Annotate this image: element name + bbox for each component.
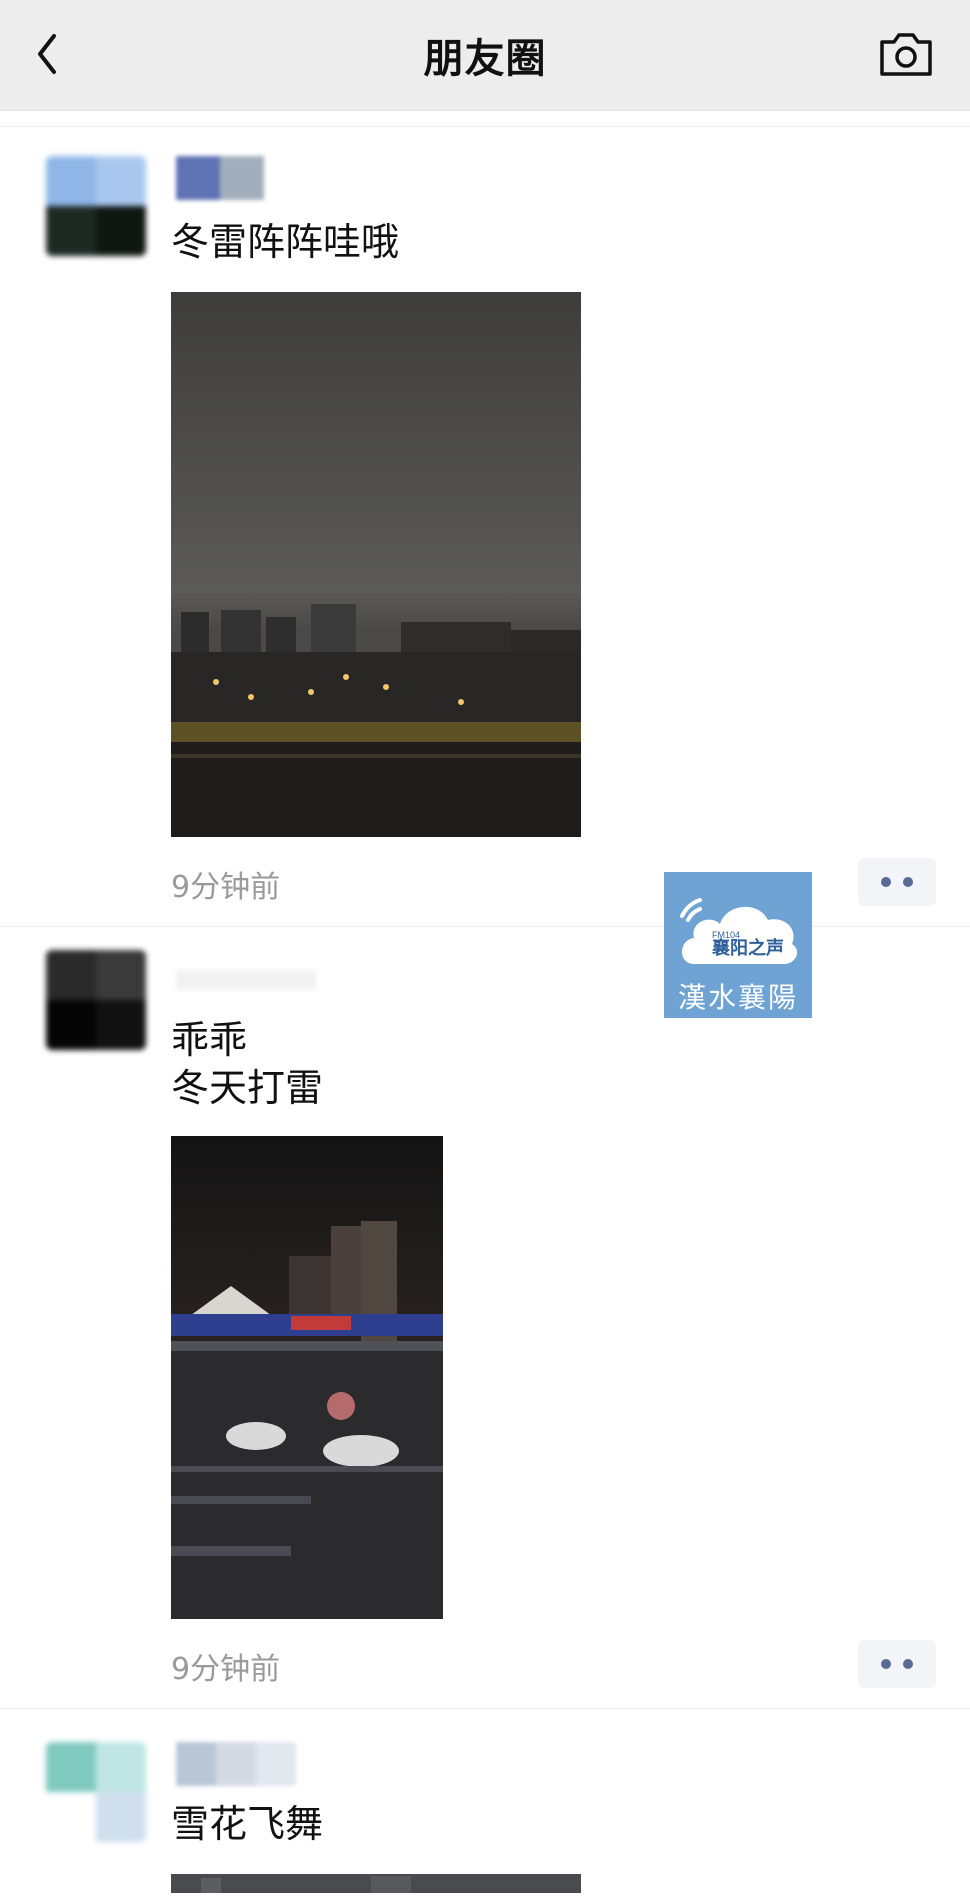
avatar[interactable] [46, 950, 146, 1050]
username[interactable] [176, 1742, 296, 1786]
camera-button[interactable] [876, 26, 936, 82]
dot-icon [903, 1659, 913, 1669]
post-text: 乖乖 冬天打雷 [171, 1018, 324, 1110]
post-text: 冬雷阵阵哇哦 [171, 220, 400, 264]
dot-icon [903, 877, 913, 887]
header-divider [0, 126, 970, 127]
watermark-tagline: 漢水襄陽 [677, 981, 798, 1014]
post-divider [0, 926, 970, 927]
page-title: 朋友圈 [423, 36, 547, 82]
post-photo[interactable] [171, 1136, 443, 1623]
cloud-logo-icon: FM104 襄阳之声 [680, 898, 798, 964]
post-photo[interactable] [171, 1874, 581, 1897]
avatar[interactable] [46, 1742, 146, 1842]
more-actions-button[interactable] [858, 1640, 936, 1688]
post-text: 雪花飞舞 [171, 1802, 324, 1846]
dot-icon [881, 877, 891, 887]
post-photo[interactable] [171, 292, 581, 841]
timestamp: 9分钟前 [171, 870, 281, 905]
dot-icon [881, 1659, 891, 1669]
more-actions-button[interactable] [858, 858, 936, 906]
post-divider [0, 1708, 970, 1709]
username[interactable] [176, 156, 264, 200]
station-watermark-logo: FM104 襄阳之声 漢水襄陽 [664, 872, 812, 1018]
top-bar: 朋友圈 [0, 0, 970, 111]
username[interactable] [176, 960, 316, 1004]
avatar[interactable] [46, 156, 146, 256]
timestamp: 9分钟前 [171, 1652, 281, 1687]
watermark-station: 襄阳之声 [711, 937, 784, 959]
camera-icon [880, 33, 932, 76]
